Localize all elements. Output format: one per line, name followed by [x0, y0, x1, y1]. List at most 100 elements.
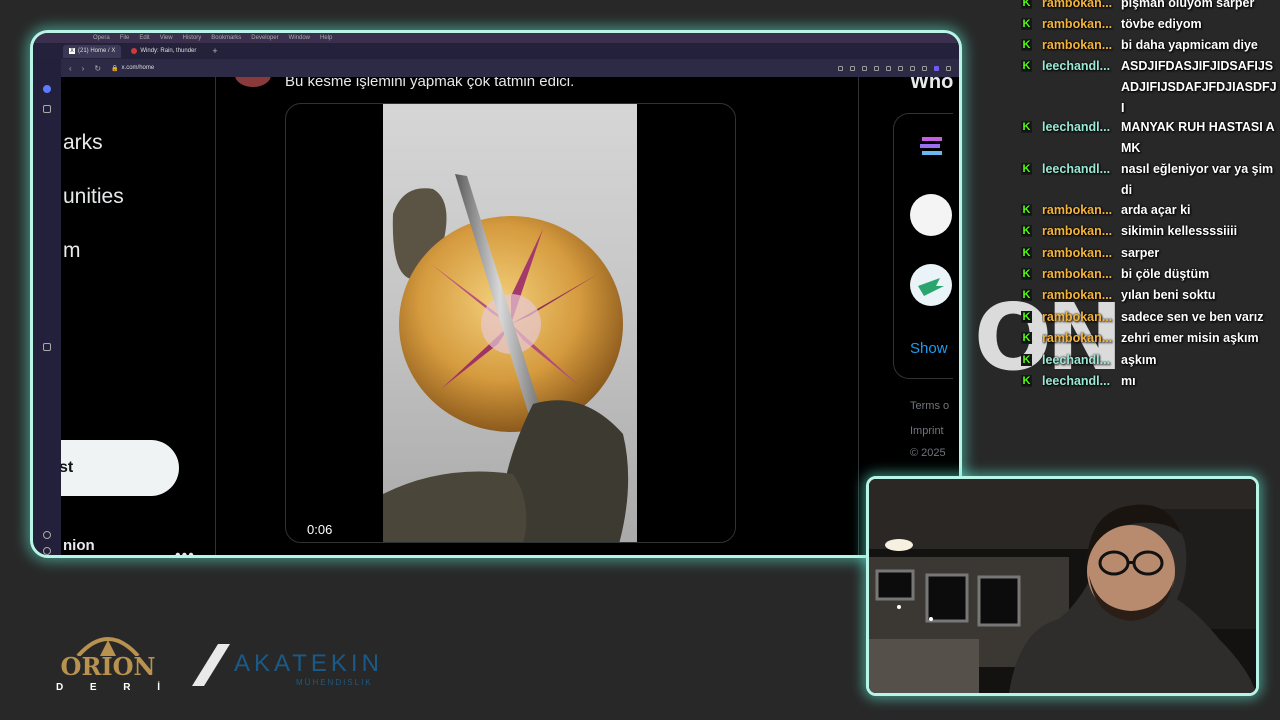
- show-more-link[interactable]: Show: [910, 340, 948, 357]
- column-divider: [215, 77, 216, 555]
- windy-logo-icon: [131, 48, 138, 54]
- address-bar: ‹ › ↻ 🔒 x.com/home: [61, 59, 959, 77]
- chat-username[interactable]: leechandl...: [1042, 117, 1114, 138]
- kick-badge-icon: K: [1021, 375, 1032, 387]
- url-text: x.com/home: [121, 65, 155, 71]
- chat-text: aşkım: [1121, 353, 1157, 367]
- tweet-text: Bu kesme işlemini yapmak çok tatmin edic…: [285, 77, 575, 90]
- kick-badge-icon: K: [1021, 204, 1032, 216]
- star-icon[interactable]: [43, 105, 51, 113]
- nav-communities[interactable]: unities: [63, 185, 124, 209]
- opera-home-icon[interactable]: [43, 85, 51, 93]
- chat-username[interactable]: leechandl...: [1042, 371, 1114, 392]
- who-to-follow-title: Who: [910, 77, 954, 93]
- kick-badge-icon: K: [1021, 121, 1032, 133]
- nav-bookmarks[interactable]: arks: [63, 131, 103, 155]
- menu-icon[interactable]: [922, 65, 927, 71]
- play-icon[interactable]: [886, 65, 891, 71]
- kick-badge-icon: K: [1021, 0, 1032, 9]
- orion-brand-name: ORION: [60, 652, 156, 681]
- chat-text: zehri emer misin aşkım: [1121, 331, 1259, 345]
- forward-icon[interactable]: ›: [82, 64, 85, 73]
- screen-capture-frame: Opera File Edit View History Bookmarks Develop…: [30, 30, 962, 558]
- chat-username[interactable]: rambokan...: [1042, 264, 1114, 285]
- orion-sub-letter: D: [56, 682, 64, 693]
- heart-toolbar-icon[interactable]: [898, 65, 903, 71]
- x-app: arks unities m st nion union ••• Bu kesm…: [61, 77, 959, 555]
- chat-username[interactable]: rambokan...: [1042, 200, 1114, 221]
- chat-username[interactable]: rambokan...: [1042, 221, 1114, 242]
- kick-badge-icon: K: [1021, 311, 1032, 323]
- footer-copyright: © 2025: [910, 447, 946, 459]
- wallet-icon[interactable]: [874, 65, 879, 71]
- kick-badge-icon: K: [1021, 268, 1032, 280]
- arrow-logo-icon: [918, 278, 944, 296]
- chat-text: ASDJIFDASJIFJIDSAFIJSADJIFIJSDAFJFDJIASD…: [1121, 59, 1277, 115]
- column-divider-right: [858, 77, 859, 555]
- suggestion-avatar-2[interactable]: [910, 194, 952, 236]
- download-icon[interactable]: [910, 65, 915, 71]
- heart-icon[interactable]: [43, 531, 51, 539]
- kick-chat: Krambokan... pişman oluyom sarper Krambok…: [1018, 0, 1280, 400]
- kick-badge-icon: K: [1021, 354, 1032, 366]
- chat-username[interactable]: rambokan...: [1042, 14, 1114, 35]
- chat-username[interactable]: rambokan...: [1042, 285, 1114, 306]
- tab-label: (21) Home / X: [78, 48, 116, 54]
- chat-text: pişman oluyom sarper: [1121, 0, 1255, 10]
- edit-icon[interactable]: [850, 65, 855, 71]
- chat-username[interactable]: leechandl...: [1042, 350, 1114, 371]
- chat-text: arda açar ki: [1121, 203, 1191, 217]
- chat-username[interactable]: leechandl...: [1042, 56, 1114, 77]
- mac-menubar: Opera File Edit View History Bookmarks Develop…: [33, 33, 959, 43]
- chat-text: sarper: [1121, 246, 1160, 260]
- kick-badge-icon: K: [1021, 60, 1032, 72]
- stream-layout: Opera File Edit View History Bookmarks Develop…: [0, 0, 1280, 720]
- chat-text: bi daha yapmicam diye: [1121, 38, 1258, 52]
- webcam-frame: [866, 476, 1259, 696]
- nav-premium[interactable]: m: [63, 239, 81, 263]
- post-button-label: st: [61, 459, 74, 476]
- account-name[interactable]: nion: [63, 537, 95, 554]
- reload-icon[interactable]: ↻: [94, 64, 101, 73]
- url-field[interactable]: 🔒 x.com/home: [111, 65, 154, 72]
- video-timestamp: 0:06: [307, 522, 333, 537]
- new-tab-button[interactable]: +: [206, 46, 217, 56]
- chat-username[interactable]: rambokan...: [1042, 328, 1114, 349]
- kick-badge-icon: K: [1021, 225, 1032, 237]
- suggestion-avatar-3[interactable]: [910, 264, 952, 306]
- kick-badge-icon: K: [1021, 289, 1032, 301]
- account-more-button[interactable]: •••: [175, 547, 195, 555]
- orion-brand-subtitle: D E R İ: [56, 682, 160, 693]
- tab-label: Windy: Rain, thunder: [140, 48, 197, 54]
- clock-icon[interactable]: [43, 547, 51, 555]
- kick-badge-icon: K: [1021, 39, 1032, 51]
- chat-username[interactable]: rambokan...: [1042, 243, 1114, 264]
- chat-text: sadece sen ve ben varız: [1121, 310, 1264, 324]
- webcam-scene-illustration: [869, 479, 1256, 693]
- chat-text: mı: [1121, 374, 1136, 388]
- chat-username[interactable]: rambokan...: [1042, 0, 1114, 14]
- chat-username[interactable]: rambokan...: [1042, 307, 1114, 328]
- kick-badge-icon: K: [1021, 18, 1032, 30]
- tab-x-home[interactable]: X (21) Home / X: [63, 44, 122, 58]
- akatekin-brand-name: AKATEKIN: [234, 650, 383, 677]
- settings-icon[interactable]: [946, 65, 951, 71]
- x-sidebar-icon[interactable]: [43, 343, 51, 351]
- footer-terms-link[interactable]: Terms o: [910, 400, 949, 412]
- akatekin-slash-icon: [192, 644, 230, 686]
- tab-windy[interactable]: Windy: Rain, thunder: [125, 45, 202, 58]
- akatekin-brand-subtitle: MÜHENDISLIK: [296, 678, 373, 687]
- suggestion-avatar-solana[interactable]: [910, 125, 952, 167]
- tweet-avatar[interactable]: [235, 77, 271, 87]
- kick-badge-icon: K: [1021, 332, 1032, 344]
- profile-icon[interactable]: [934, 65, 939, 71]
- footer-imprint-link[interactable]: Imprint: [910, 425, 944, 437]
- post-button[interactable]: st: [61, 440, 179, 496]
- chat-username[interactable]: rambokan...: [1042, 35, 1114, 56]
- tweet-video[interactable]: 0:06: [285, 103, 736, 543]
- chat-username[interactable]: leechandl...: [1042, 159, 1114, 180]
- chat-text: MANYAK RUH HASTASI AMK: [1121, 120, 1275, 155]
- search-icon[interactable]: [838, 65, 843, 71]
- back-icon[interactable]: ‹: [69, 64, 72, 73]
- camera-icon[interactable]: [862, 65, 867, 71]
